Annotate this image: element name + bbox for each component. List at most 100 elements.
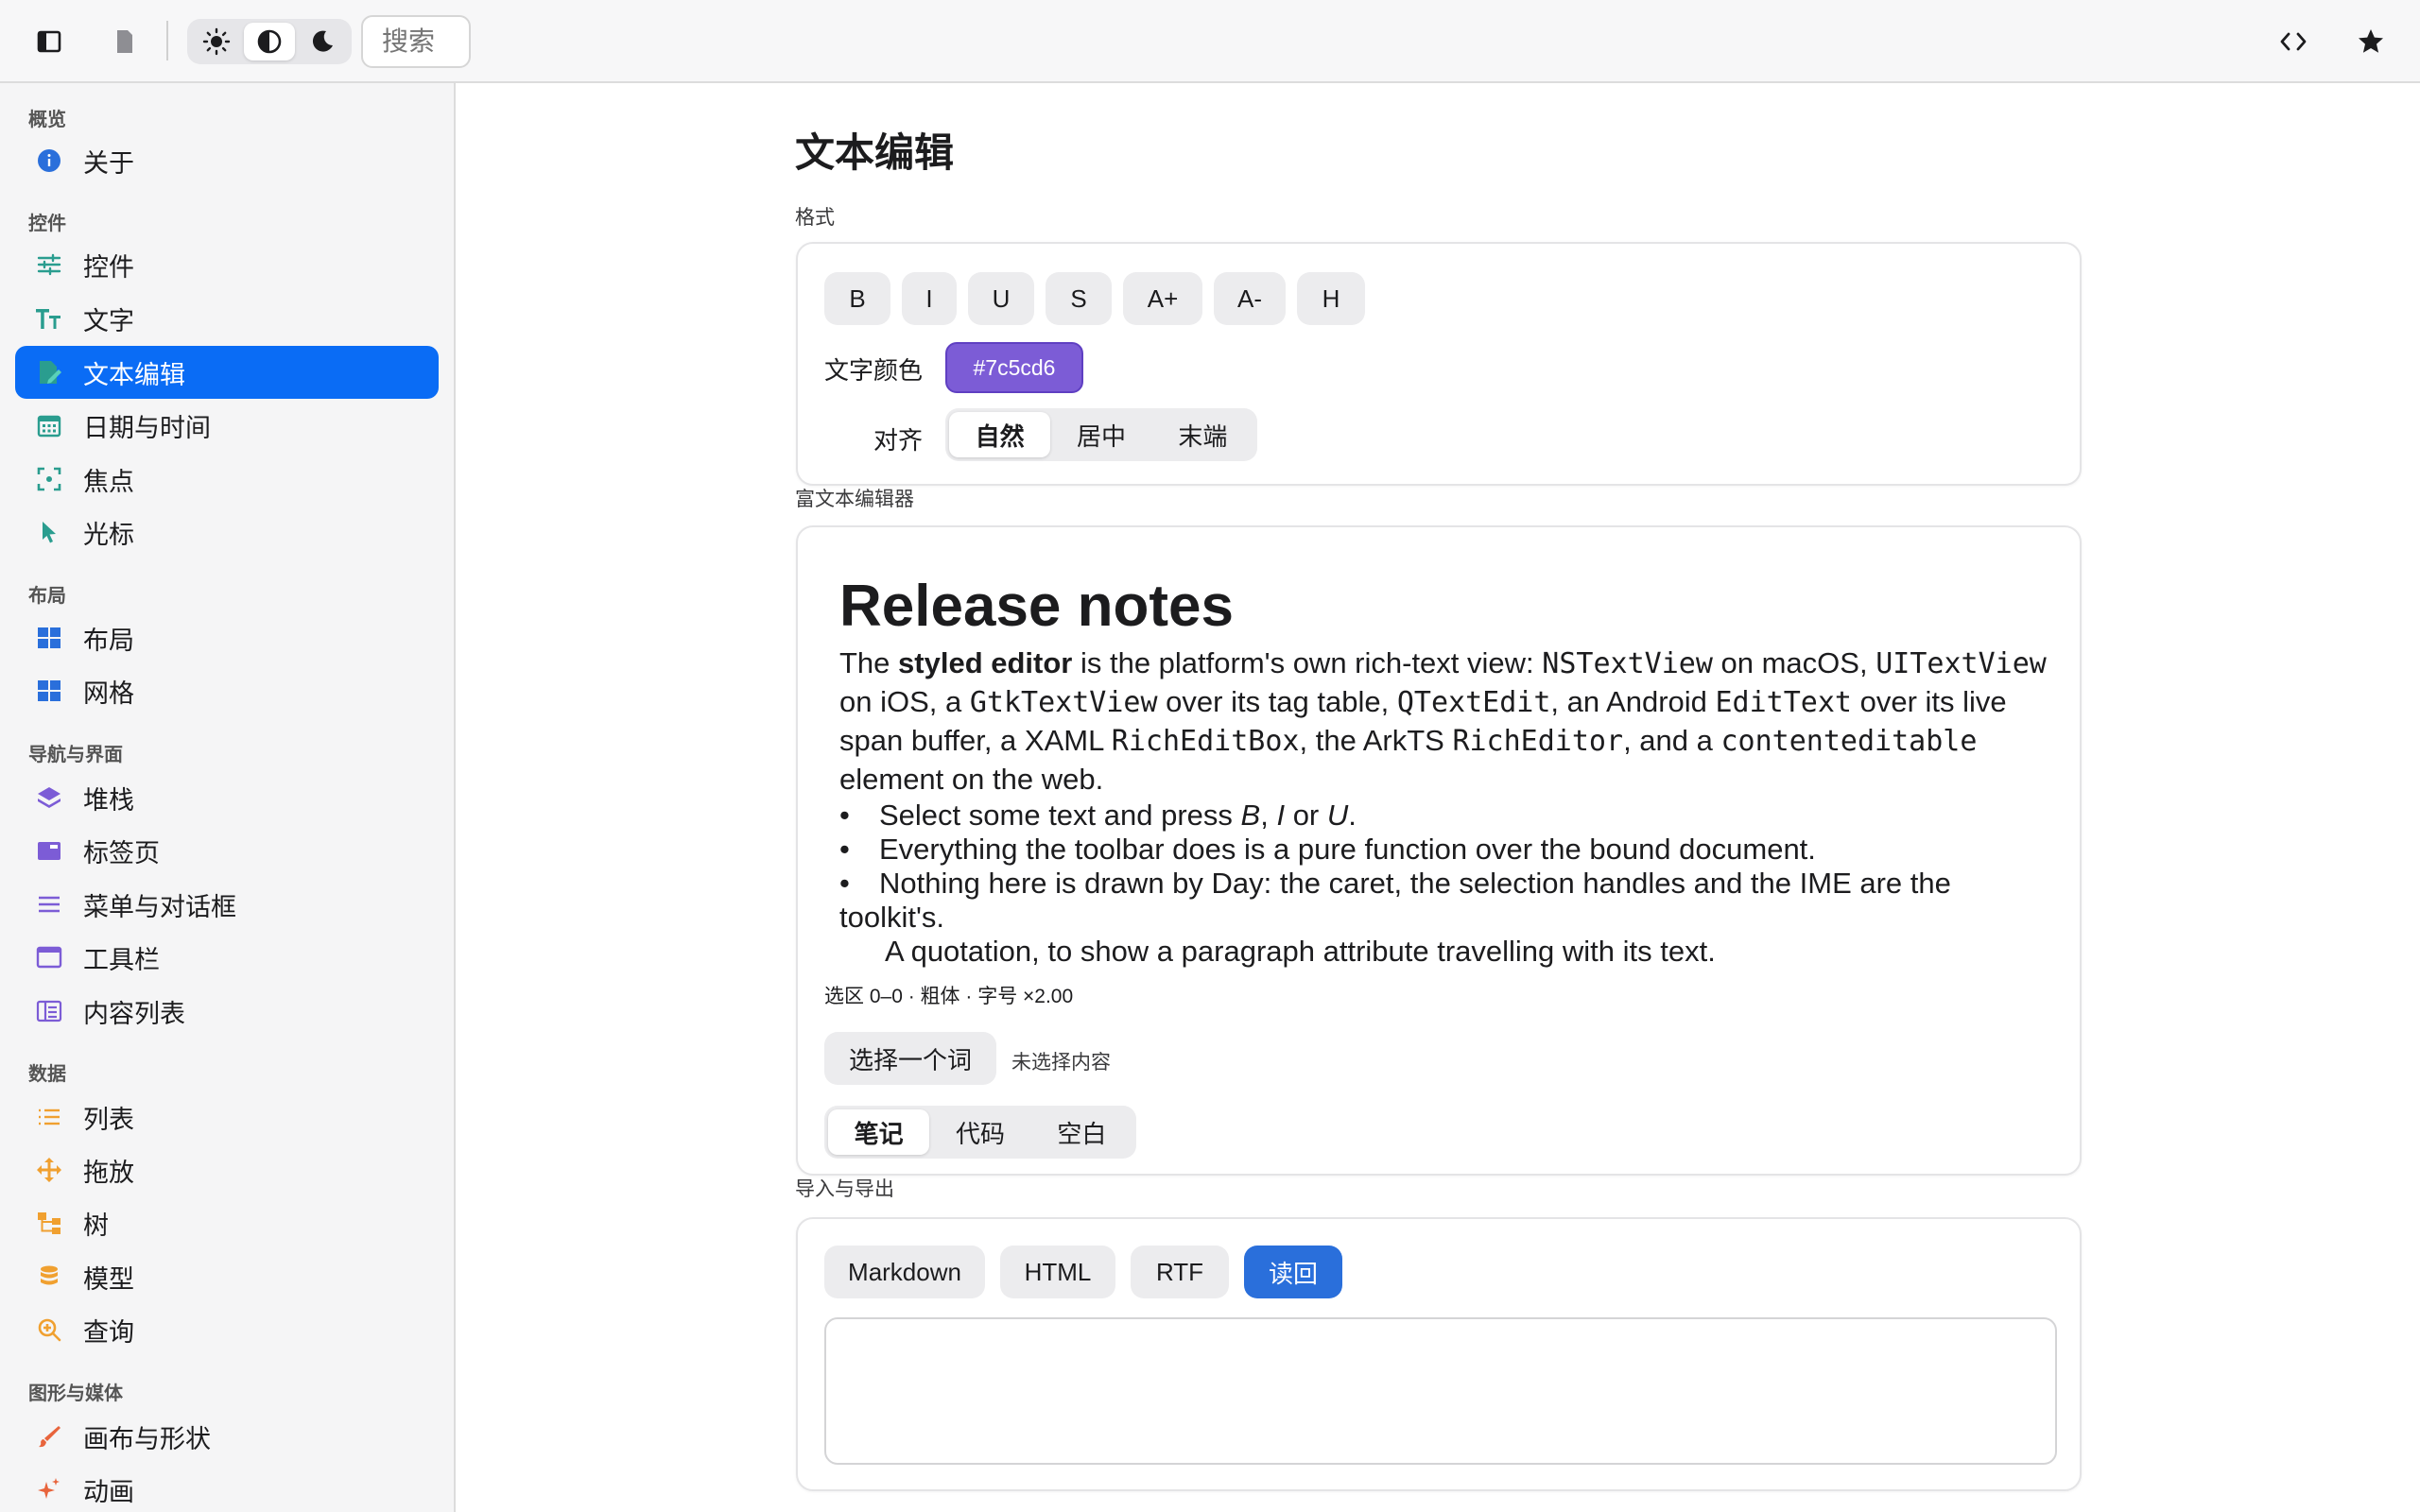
- sidebar-toggle-icon[interactable]: [26, 19, 72, 64]
- selection-hint: 未选择内容: [1011, 1052, 1111, 1074]
- sidebar-item-model[interactable]: 模型: [15, 1250, 439, 1303]
- moon-icon[interactable]: [297, 23, 348, 60]
- select-word-button[interactable]: 选择一个词: [824, 1032, 996, 1085]
- preset-blank-option[interactable]: 空白: [1031, 1109, 1132, 1155]
- toolbar-divider: [166, 21, 168, 60]
- search-input[interactable]: [361, 15, 471, 68]
- sidebar-item-query[interactable]: 查询: [15, 1303, 439, 1356]
- document-paragraph: The styled editor is the platform's own …: [839, 646, 2047, 796]
- rich-editor-card: Release notes The styled editor is the p…: [796, 525, 2082, 1176]
- sidebar-item-label: 查询: [83, 1317, 134, 1347]
- sidebar-section-data: 数据: [28, 1064, 66, 1085]
- readback-button[interactable]: 读回: [1244, 1246, 1342, 1298]
- export-html-button[interactable]: HTML: [1000, 1246, 1115, 1298]
- export-rtf-button[interactable]: RTF: [1131, 1246, 1229, 1298]
- sidebar-item-label: 动画: [83, 1477, 134, 1506]
- tabs-icon: [34, 835, 64, 866]
- sidebar-item-animation[interactable]: 动画: [15, 1463, 439, 1512]
- sidebar-item-label: 焦点: [83, 467, 134, 496]
- sidebar-item-controls[interactable]: 控件: [15, 238, 439, 291]
- search-zoom-icon: [34, 1314, 64, 1345]
- italic-button[interactable]: I: [902, 272, 957, 325]
- document-icon[interactable]: [102, 19, 147, 64]
- focus-icon: [34, 464, 64, 494]
- sidebar-item-tabs[interactable]: 标签页: [15, 824, 439, 877]
- sidebar-item-label: 树: [83, 1211, 109, 1240]
- text-color-button[interactable]: #7c5cd6: [945, 342, 1083, 393]
- sidebar-item-label: 内容列表: [83, 999, 185, 1028]
- edit-document-icon: [34, 357, 64, 387]
- sidebar-item-label: 光标: [83, 520, 134, 549]
- grid-icon: [34, 676, 64, 706]
- database-icon: [34, 1262, 64, 1292]
- sidebar-item-tree[interactable]: 树: [15, 1196, 439, 1249]
- sidebar-item-date-time[interactable]: 日期与时间: [15, 399, 439, 452]
- info-icon: [34, 146, 64, 176]
- sidebar-section-layout: 布局: [28, 586, 66, 607]
- align-natural-option[interactable]: 自然: [949, 412, 1051, 457]
- sidebar-item-stack[interactable]: 堆栈: [15, 771, 439, 824]
- document-bullet-list: • Select some text and press B, I or U. •…: [839, 799, 2059, 935]
- sun-icon[interactable]: [191, 23, 242, 60]
- sidebar-item-text-editing[interactable]: 文本编辑: [15, 346, 439, 399]
- sidebar-item-drag-drop[interactable]: 拖放: [15, 1143, 439, 1196]
- sidebar-item-about[interactable]: 关于: [15, 134, 439, 187]
- sidebar-item-list[interactable]: 列表: [15, 1091, 439, 1143]
- brush-icon: [34, 1421, 64, 1452]
- sidebar-item-label: 标签页: [83, 838, 160, 868]
- move-icon: [34, 1155, 64, 1185]
- sidebar-item-label: 关于: [83, 148, 134, 178]
- selection-status: 选区 0–0 · 粗体 · 字号 ×2.00: [824, 986, 1074, 1007]
- strikethrough-button[interactable]: S: [1046, 272, 1112, 325]
- sidebar-item-text[interactable]: 文字: [15, 292, 439, 345]
- code-icon[interactable]: [2271, 19, 2316, 64]
- preset-notes-option[interactable]: 笔记: [828, 1109, 930, 1155]
- import-export-group-label: 导入与导出: [795, 1178, 894, 1200]
- sparkles-icon: [34, 1474, 64, 1504]
- list-item: • Select some text and press B, I or U.: [839, 799, 1357, 832]
- sidebar-item-label: 拖放: [83, 1158, 134, 1187]
- highlight-button[interactable]: H: [1297, 272, 1365, 325]
- font-smaller-button[interactable]: A-: [1214, 272, 1286, 325]
- sidebar-item-grid[interactable]: 网格: [15, 664, 439, 717]
- export-markdown-button[interactable]: Markdown: [824, 1246, 985, 1298]
- font-larger-button[interactable]: A+: [1123, 272, 1202, 325]
- sidebar-item-canvas-shapes[interactable]: 画布与形状: [15, 1410, 439, 1463]
- rich-editor-group-label: 富文本编辑器: [795, 489, 914, 510]
- sidebar-item-label: 日期与时间: [83, 413, 211, 442]
- sidebar-item-cursor[interactable]: 光标: [15, 506, 439, 558]
- export-output-textarea[interactable]: [824, 1317, 2057, 1465]
- align-end-option[interactable]: 末端: [1152, 412, 1253, 457]
- sidebar-item-menus-dialogs[interactable]: 菜单与对话框: [15, 878, 439, 931]
- align-center-option[interactable]: 居中: [1050, 412, 1151, 457]
- sidebar-item-toolbar[interactable]: 工具栏: [15, 931, 439, 984]
- sidebar-item-label: 文字: [83, 306, 134, 335]
- sidebar-item-content-list[interactable]: 内容列表: [15, 985, 439, 1038]
- list-icon: [34, 1102, 64, 1132]
- sidebar-item-label: 网格: [83, 679, 134, 708]
- calendar-icon: [34, 410, 64, 440]
- sidebar-item-focus[interactable]: 焦点: [15, 453, 439, 506]
- rich-text-editor[interactable]: Release notes The styled editor is the p…: [839, 569, 2059, 969]
- menu-icon: [34, 889, 64, 919]
- bold-button[interactable]: B: [824, 272, 890, 325]
- list-item: • Nothing here is drawn by Day: the caret…: [839, 867, 1951, 934]
- cursor-icon: [34, 517, 64, 547]
- star-icon[interactable]: [2348, 19, 2394, 64]
- document-quotation: A quotation, to show a paragraph attribu…: [885, 935, 1716, 968]
- list-item: • Everything the toolbar does is a pure f…: [839, 833, 1816, 866]
- app-toolbar: [0, 0, 2420, 83]
- format-card: B I U S A+ A- H 文字颜色 #7c5cd6 对齐 自然 居中 末端: [796, 242, 2082, 486]
- format-group-label: 格式: [795, 207, 835, 229]
- align-label: 对齐: [873, 426, 924, 455]
- sidebar-item-label: 菜单与对话框: [83, 892, 236, 921]
- sidebar: 概览 关于 控件 控件 文字 文本编辑 日期与时间 焦点 光标 布局 布局 网格…: [0, 83, 456, 1512]
- sidebar-item-label: 模型: [83, 1264, 134, 1294]
- sidebar-item-label: 堆栈: [83, 785, 134, 815]
- contrast-icon[interactable]: [244, 23, 295, 60]
- underline-button[interactable]: U: [968, 272, 1034, 325]
- preset-code-option[interactable]: 代码: [929, 1109, 1030, 1155]
- import-export-card: Markdown HTML RTF 读回: [796, 1217, 2082, 1491]
- align-segmented-control: 自然 居中 末端: [945, 408, 1257, 461]
- sidebar-item-layout[interactable]: 布局: [15, 611, 439, 664]
